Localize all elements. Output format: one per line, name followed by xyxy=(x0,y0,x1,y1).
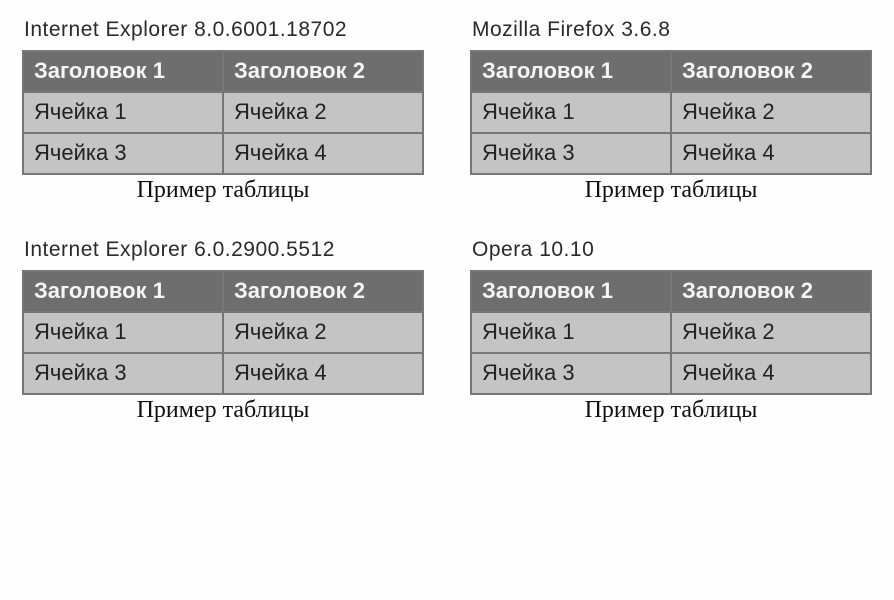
table-row: Ячейка 1 Ячейка 2 xyxy=(23,92,423,133)
table-caption: Пример таблицы xyxy=(470,397,872,424)
table-cell: Ячейка 3 xyxy=(471,133,671,174)
browser-label: Mozilla Firefox 3.6.8 xyxy=(472,18,872,42)
table-cell: Ячейка 1 xyxy=(23,312,223,353)
table-cell: Ячейка 2 xyxy=(671,312,871,353)
browser-label: Internet Explorer 6.0.2900.5512 xyxy=(24,238,424,262)
table-header-row: Заголовок 1 Заголовок 2 xyxy=(471,51,871,92)
table-caption: Пример таблицы xyxy=(470,177,872,204)
table-caption: Пример таблицы xyxy=(22,397,424,424)
sample-table: Заголовок 1 Заголовок 2 Ячейка 1 Ячейка … xyxy=(22,270,424,395)
table-row: Ячейка 3 Ячейка 4 xyxy=(471,353,871,394)
panel-firefox: Mozilla Firefox 3.6.8 Заголовок 1 Заголо… xyxy=(470,18,872,204)
table-cell: Ячейка 4 xyxy=(671,133,871,174)
column-header: Заголовок 2 xyxy=(223,271,423,312)
table-cell: Ячейка 2 xyxy=(671,92,871,133)
table-row: Ячейка 3 Ячейка 4 xyxy=(23,133,423,174)
table-row: Ячейка 1 Ячейка 2 xyxy=(471,92,871,133)
table-caption: Пример таблицы xyxy=(22,177,424,204)
sample-table: Заголовок 1 Заголовок 2 Ячейка 1 Ячейка … xyxy=(470,50,872,175)
table-cell: Ячейка 4 xyxy=(223,353,423,394)
table-cell: Ячейка 2 xyxy=(223,312,423,353)
table-cell: Ячейка 3 xyxy=(23,353,223,394)
table-cell: Ячейка 1 xyxy=(471,92,671,133)
table-cell: Ячейка 1 xyxy=(471,312,671,353)
panel-opera: Opera 10.10 Заголовок 1 Заголовок 2 Ячей… xyxy=(470,238,872,424)
comparison-grid: Internet Explorer 8.0.6001.18702 Заголов… xyxy=(22,18,872,424)
table-header-row: Заголовок 1 Заголовок 2 xyxy=(23,271,423,312)
table-cell: Ячейка 2 xyxy=(223,92,423,133)
panel-ie8: Internet Explorer 8.0.6001.18702 Заголов… xyxy=(22,18,424,204)
sample-table: Заголовок 1 Заголовок 2 Ячейка 1 Ячейка … xyxy=(22,50,424,175)
column-header: Заголовок 1 xyxy=(471,271,671,312)
table-row: Ячейка 3 Ячейка 4 xyxy=(23,353,423,394)
table-cell: Ячейка 3 xyxy=(471,353,671,394)
column-header: Заголовок 1 xyxy=(23,271,223,312)
column-header: Заголовок 1 xyxy=(471,51,671,92)
table-cell: Ячейка 1 xyxy=(23,92,223,133)
table-header-row: Заголовок 1 Заголовок 2 xyxy=(23,51,423,92)
panel-ie6: Internet Explorer 6.0.2900.5512 Заголово… xyxy=(22,238,424,424)
table-row: Ячейка 1 Ячейка 2 xyxy=(23,312,423,353)
column-header: Заголовок 2 xyxy=(671,51,871,92)
column-header: Заголовок 2 xyxy=(223,51,423,92)
table-cell: Ячейка 4 xyxy=(223,133,423,174)
table-cell: Ячейка 3 xyxy=(23,133,223,174)
browser-label: Internet Explorer 8.0.6001.18702 xyxy=(24,18,424,42)
column-header: Заголовок 2 xyxy=(671,271,871,312)
browser-label: Opera 10.10 xyxy=(472,238,872,262)
column-header: Заголовок 1 xyxy=(23,51,223,92)
table-row: Ячейка 3 Ячейка 4 xyxy=(471,133,871,174)
table-row: Ячейка 1 Ячейка 2 xyxy=(471,312,871,353)
table-header-row: Заголовок 1 Заголовок 2 xyxy=(471,271,871,312)
table-cell: Ячейка 4 xyxy=(671,353,871,394)
sample-table: Заголовок 1 Заголовок 2 Ячейка 1 Ячейка … xyxy=(470,270,872,395)
